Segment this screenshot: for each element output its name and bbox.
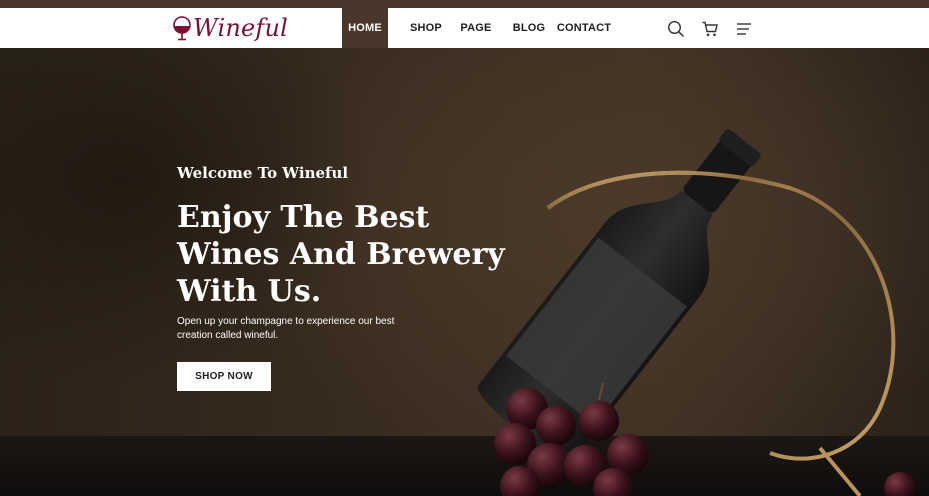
headline-line: Wines And Brewery [177, 237, 505, 272]
hero-headline: Enjoy The Best Wines And Brewery With Us… [177, 199, 517, 310]
hero-eyebrow: Welcome To Wineful [177, 164, 349, 182]
subtext-line: Open up your champagne to experience our… [177, 316, 395, 327]
subtext-line: creation called wineful. [177, 330, 279, 341]
brand-name: Wineful [193, 14, 288, 42]
navbar: Wineful HOME SHOP PAGE BLOG CONTACT [0, 8, 929, 48]
hero-content: Welcome To Wineful Enjoy The Best Wines … [177, 164, 517, 343]
top-accent-bar [0, 0, 929, 8]
hero-subtext: Open up your champagne to experience our… [177, 315, 417, 343]
main-menu: HOME SHOP PAGE BLOG CONTACT [342, 8, 611, 48]
nav-shop[interactable]: SHOP [388, 8, 464, 48]
nav-contact[interactable]: CONTACT [557, 8, 611, 48]
nav-home[interactable]: HOME [342, 8, 388, 48]
nav-actions [666, 19, 768, 39]
wine-glass-icon [173, 16, 191, 41]
headline-line: With Us. [177, 274, 322, 309]
headline-line: Enjoy The Best [177, 200, 430, 235]
hero-banner: Welcome To Wineful Enjoy The Best Wines … [0, 48, 929, 496]
nav-page[interactable]: PAGE [460, 8, 491, 48]
menu-icon[interactable] [734, 19, 754, 39]
cart-icon[interactable] [700, 19, 720, 39]
shop-now-button[interactable]: SHOP NOW [177, 362, 271, 391]
brand-logo[interactable]: Wineful [172, 11, 288, 45]
search-icon[interactable] [666, 19, 686, 39]
